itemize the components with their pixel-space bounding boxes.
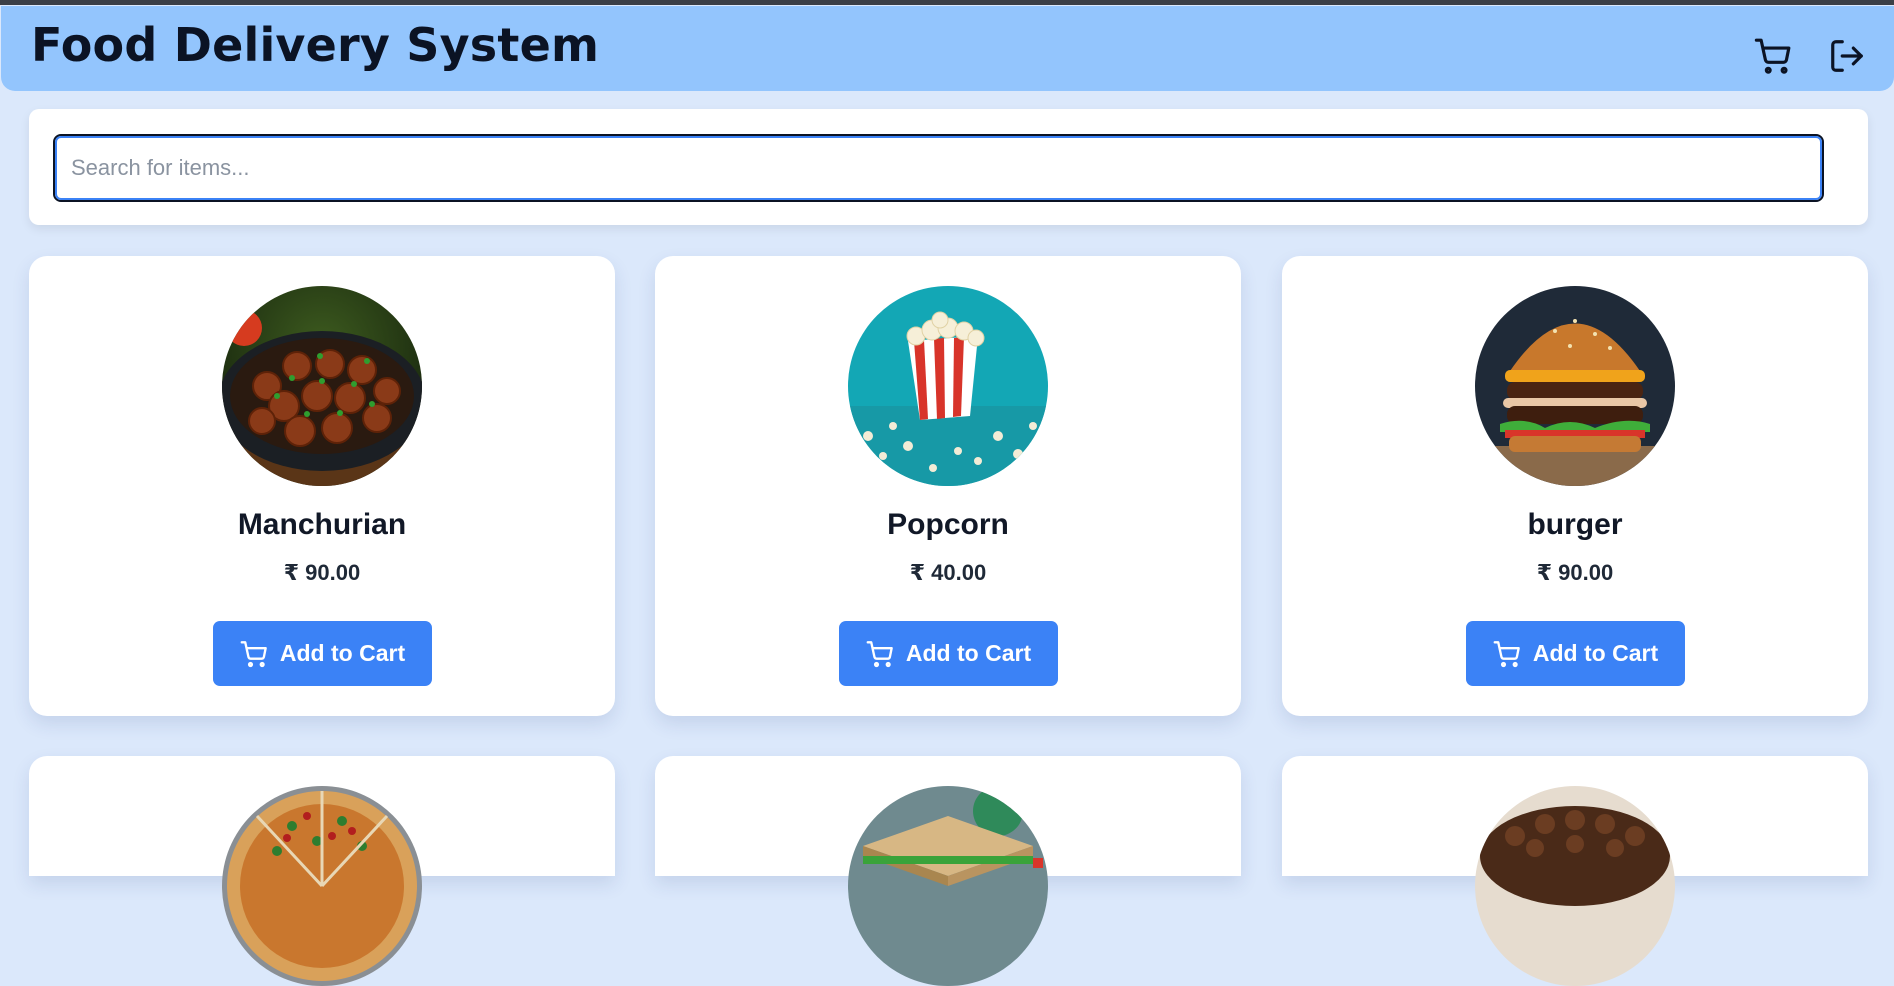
food-price: ₹ 90.00 — [1536, 560, 1614, 585]
cart-icon — [240, 640, 267, 667]
food-name: burger — [1527, 508, 1623, 541]
food-image-sandwich — [848, 786, 1048, 986]
food-image-pizza — [222, 786, 422, 986]
food-image-cake — [1475, 786, 1675, 986]
food-image-burger — [1475, 286, 1675, 486]
add-to-cart-button[interactable]: Add to Cart — [213, 621, 432, 686]
food-price: ₹ 90.00 — [283, 560, 361, 585]
window-top-border — [0, 0, 1894, 5]
cart-icon — [866, 640, 893, 667]
add-to-cart-label: Add to Cart — [279, 640, 406, 666]
app-header: Food Delivery System — [1, 6, 1894, 91]
cart-button[interactable] — [1753, 36, 1793, 76]
food-name: Manchurian — [237, 508, 407, 541]
food-name: Popcorn — [887, 508, 1009, 541]
food-card — [29, 756, 615, 986]
food-card: Manchurian ₹ 90.00 Add to Cart — [29, 256, 615, 716]
search-panel — [29, 109, 1868, 225]
add-to-cart-button[interactable]: Add to Cart — [1466, 621, 1685, 686]
food-image-meatballs — [222, 286, 422, 486]
food-card: Popcorn ₹ 40.00 Add to Cart — [655, 256, 1241, 716]
header-actions — [1753, 36, 1867, 76]
search-input[interactable] — [53, 134, 1824, 202]
shopping-cart-icon — [1754, 38, 1791, 74]
logout-button[interactable] — [1827, 36, 1867, 76]
food-card: burger ₹ 90.00 Add to Cart — [1282, 256, 1868, 716]
food-price: ₹ 40.00 — [909, 560, 987, 585]
cart-icon — [1493, 640, 1520, 667]
food-card — [1282, 756, 1868, 986]
add-to-cart-label: Add to Cart — [905, 640, 1032, 666]
app-title: Food Delivery System — [31, 18, 600, 72]
food-card — [655, 756, 1241, 986]
food-image-popcorn — [848, 286, 1048, 486]
logout-icon — [1831, 40, 1863, 72]
add-to-cart-label: Add to Cart — [1532, 640, 1659, 666]
add-to-cart-button[interactable]: Add to Cart — [839, 621, 1058, 686]
